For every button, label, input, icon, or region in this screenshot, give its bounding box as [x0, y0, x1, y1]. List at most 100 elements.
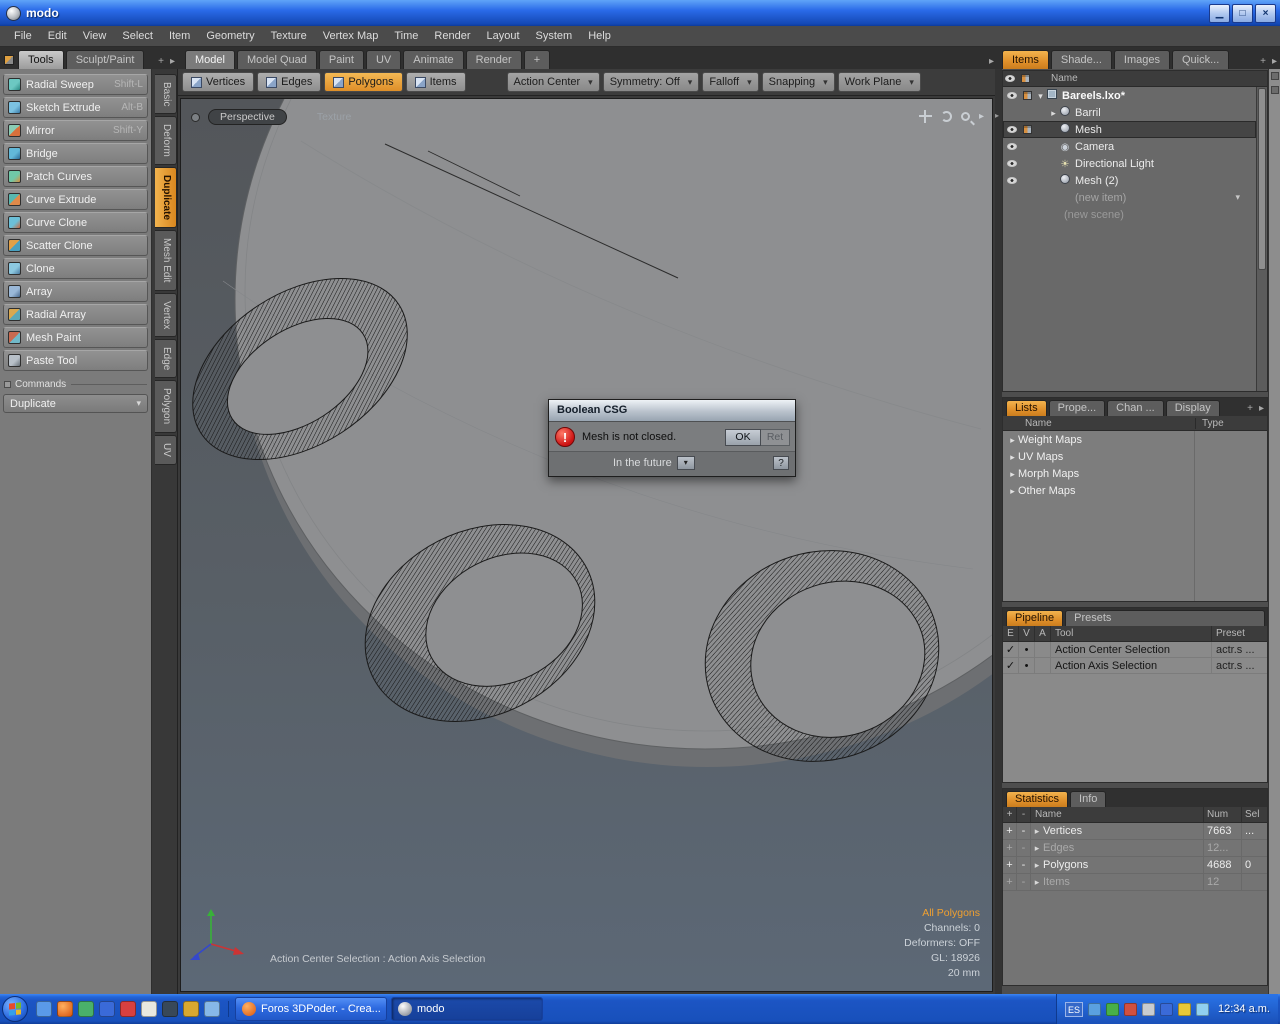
- quicklaunch-icon-6[interactable]: [141, 1001, 157, 1017]
- view-mode-selector[interactable]: Perspective: [208, 109, 287, 125]
- snapping-dropdown[interactable]: Snapping: [761, 72, 835, 92]
- list-row-morph-maps[interactable]: Morph Maps: [1003, 465, 1267, 482]
- tool-scatter-clone[interactable]: Scatter Clone: [3, 235, 148, 256]
- add-tab-icon[interactable]: +: [1244, 403, 1256, 416]
- tab-model[interactable]: Model: [185, 50, 235, 69]
- work-plane-dropdown[interactable]: Work Plane: [837, 72, 921, 92]
- zoom-icon[interactable]: [960, 112, 970, 121]
- menu-texture[interactable]: Texture: [263, 28, 315, 44]
- tray-icon-2[interactable]: [1106, 1002, 1120, 1016]
- add-to-selection-button[interactable]: +: [1003, 874, 1017, 890]
- pipeline-row-action-center[interactable]: ✓ • Action Center Selection actr.s ...: [1003, 642, 1267, 658]
- orbit-icon[interactable]: [940, 111, 952, 122]
- eye-icon[interactable]: [1007, 126, 1017, 133]
- remove-from-selection-button[interactable]: -: [1017, 840, 1031, 856]
- items-scrollbar[interactable]: [1256, 87, 1267, 391]
- viewport-canvas[interactable]: [181, 99, 992, 991]
- chevron-down-icon[interactable]: [1235, 192, 1240, 203]
- tab-paint[interactable]: Paint: [318, 50, 364, 69]
- menu-render[interactable]: Render: [426, 28, 478, 44]
- quicklaunch-icon-4[interactable]: [99, 1001, 115, 1017]
- visibility-column-eye-icon[interactable]: [1005, 75, 1015, 82]
- vtab-polygon[interactable]: Polygon: [155, 380, 177, 433]
- expander-icon[interactable]: [1007, 451, 1018, 463]
- panel-preset-icon[interactable]: [4, 55, 14, 65]
- panel-splitter[interactable]: [995, 69, 1002, 994]
- tab-info[interactable]: Info: [1070, 791, 1107, 807]
- expander-open-icon[interactable]: [1035, 90, 1046, 102]
- tool-mesh-paint[interactable]: Mesh Paint: [3, 327, 148, 348]
- polygons-mode-button[interactable]: Polygons: [324, 72, 403, 92]
- tool-array[interactable]: Array: [3, 281, 148, 302]
- retry-button[interactable]: Ret: [761, 428, 790, 446]
- vtab-uv[interactable]: UV: [155, 434, 177, 465]
- viewport-rotate-widget-icon[interactable]: [191, 112, 200, 122]
- item-row-scene[interactable]: Bareels.lxo*: [1003, 87, 1256, 104]
- enable-checkbox[interactable]: ✓: [1003, 642, 1019, 657]
- add-right-tab-icon[interactable]: +: [1257, 56, 1269, 69]
- panel-collapse-icon[interactable]: [1270, 72, 1279, 80]
- tool-curve-clone[interactable]: Curve Clone: [3, 212, 148, 233]
- tab-uv[interactable]: UV: [365, 50, 402, 69]
- menu-select[interactable]: Select: [114, 28, 161, 44]
- expander-icon[interactable]: [1007, 468, 1018, 480]
- vtab-deform[interactable]: Deform: [155, 116, 177, 166]
- tool-bridge[interactable]: Bridge: [3, 143, 148, 164]
- collapse-icon[interactable]: [4, 381, 11, 388]
- expander-icon[interactable]: [1031, 876, 1043, 888]
- dialog-title[interactable]: Boolean CSG: [549, 400, 795, 421]
- eye-icon[interactable]: [1007, 143, 1017, 150]
- tab-items[interactable]: Items: [1002, 50, 1049, 69]
- remove-from-selection-button[interactable]: -: [1017, 823, 1031, 839]
- item-row-camera[interactable]: Camera: [1003, 138, 1256, 155]
- tab-images[interactable]: Images: [1113, 50, 1170, 69]
- tool-clone[interactable]: Clone: [3, 258, 148, 279]
- symmetry-dropdown[interactable]: Symmetry: Off: [602, 72, 700, 92]
- stat-row-edges[interactable]: + - Edges 12...: [1003, 840, 1267, 857]
- expander-icon[interactable]: [1031, 859, 1043, 871]
- layout-overflow-icon[interactable]: ▸: [986, 56, 997, 69]
- tool-sketch-extrude[interactable]: Sketch Extrude Alt-B: [3, 97, 148, 118]
- fx-icon[interactable]: [1022, 125, 1032, 134]
- tab-properties[interactable]: Prope...: [1048, 400, 1106, 416]
- viewport-options-icon[interactable]: ▸: [979, 111, 984, 122]
- tab-overflow-icon[interactable]: ▸: [167, 56, 178, 69]
- future-option-dropdown[interactable]: ▾: [676, 456, 695, 470]
- pipeline-row-action-axis[interactable]: ✓ • Action Axis Selection actr.s ...: [1003, 658, 1267, 674]
- menu-time[interactable]: Time: [386, 28, 426, 44]
- list-row-uv-maps[interactable]: UV Maps: [1003, 448, 1267, 465]
- remove-from-selection-button[interactable]: -: [1017, 874, 1031, 890]
- list-row-weight-maps[interactable]: Weight Maps: [1003, 431, 1267, 448]
- tray-icon-7[interactable]: [1196, 1002, 1210, 1016]
- list-row-other-maps[interactable]: Other Maps: [1003, 482, 1267, 499]
- quicklaunch-icon-1[interactable]: [36, 1001, 52, 1017]
- menu-view[interactable]: View: [75, 28, 115, 44]
- vtab-vertex[interactable]: Vertex: [155, 292, 177, 338]
- tray-icon-4[interactable]: [1142, 1002, 1156, 1016]
- expander-closed-icon[interactable]: [1048, 107, 1059, 119]
- eye-icon[interactable]: [1007, 160, 1017, 167]
- minimize-button[interactable]: ▁: [1209, 3, 1230, 23]
- scrollbar-thumb[interactable]: [1258, 88, 1266, 271]
- visible-toggle[interactable]: •: [1019, 658, 1035, 673]
- menu-system[interactable]: System: [528, 28, 581, 44]
- tab-overflow-icon[interactable]: ▸: [1256, 403, 1267, 416]
- shading-mode-selector[interactable]: Texture: [317, 111, 351, 123]
- vtab-duplicate[interactable]: Duplicate: [155, 167, 177, 229]
- tab-tools[interactable]: Tools: [18, 50, 64, 69]
- new-scene-row[interactable]: (new scene): [1003, 206, 1256, 223]
- item-row-mesh[interactable]: Mesh: [1003, 121, 1256, 138]
- item-row-barril[interactable]: Barril: [1003, 104, 1256, 121]
- close-button[interactable]: ×: [1255, 3, 1276, 23]
- task-button-modo[interactable]: modo: [391, 997, 543, 1021]
- tab-shader-tree[interactable]: Shade...: [1050, 50, 1112, 69]
- expander-icon[interactable]: [1031, 842, 1043, 854]
- quicklaunch-icon-9[interactable]: [204, 1001, 220, 1017]
- help-button[interactable]: ?: [773, 456, 789, 470]
- tab-quick[interactable]: Quick...: [1171, 50, 1230, 69]
- menu-geometry[interactable]: Geometry: [198, 28, 262, 44]
- menu-vertex-map[interactable]: Vertex Map: [315, 28, 387, 44]
- menu-file[interactable]: File: [6, 28, 40, 44]
- expander-icon[interactable]: [1031, 825, 1043, 837]
- task-button-browser[interactable]: Foros 3DPoder. - Crea...: [235, 997, 387, 1021]
